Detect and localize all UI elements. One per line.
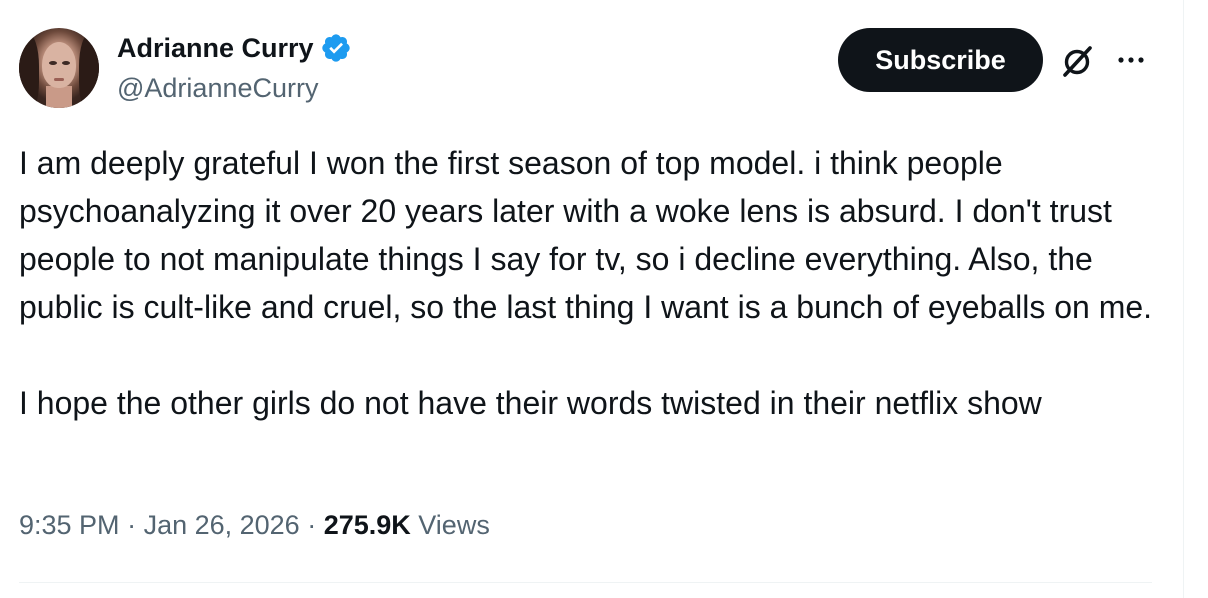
tweet-text: I am deeply grateful I won the first sea… (19, 139, 1169, 427)
views-count[interactable]: 275.9K (324, 505, 411, 545)
avatar-eye-left (49, 61, 57, 65)
views-label[interactable]: Views (411, 505, 490, 545)
meta-separator: · (299, 510, 324, 540)
avatar-eye-right (62, 61, 70, 65)
tweet-date[interactable]: Jan 26, 2026 (144, 505, 300, 545)
tweet-paragraph: I hope the other girls do not have their… (19, 385, 1042, 421)
tweet-card: Adrianne Curry @AdrianneCurry Subscribe … (0, 0, 1184, 598)
avatar-hair-right (79, 34, 99, 108)
more-options-icon[interactable] (1113, 48, 1149, 72)
author-display-name[interactable]: Adrianne Curry (117, 32, 314, 64)
tweet-paragraph: I am deeply grateful I won the first sea… (19, 145, 1153, 325)
verified-badge-icon[interactable] (320, 32, 352, 64)
author-name-row: Adrianne Curry (117, 32, 352, 64)
tweet-time[interactable]: 9:35 PM (19, 505, 120, 545)
grok-icon[interactable] (1058, 42, 1096, 80)
avatar-hair-left (19, 34, 39, 108)
divider (19, 582, 1152, 583)
subscribe-button[interactable]: Subscribe (838, 28, 1043, 92)
avatar[interactable] (19, 28, 99, 108)
tweet-metadata: 9:35 PM · Jan 26, 2026 · 275.9K Views (19, 505, 490, 545)
avatar-mouth (54, 78, 64, 81)
avatar-face (42, 42, 76, 88)
meta-separator: · (119, 510, 144, 540)
author-handle[interactable]: @AdrianneCurry (117, 72, 319, 104)
avatar-neck (46, 86, 72, 108)
